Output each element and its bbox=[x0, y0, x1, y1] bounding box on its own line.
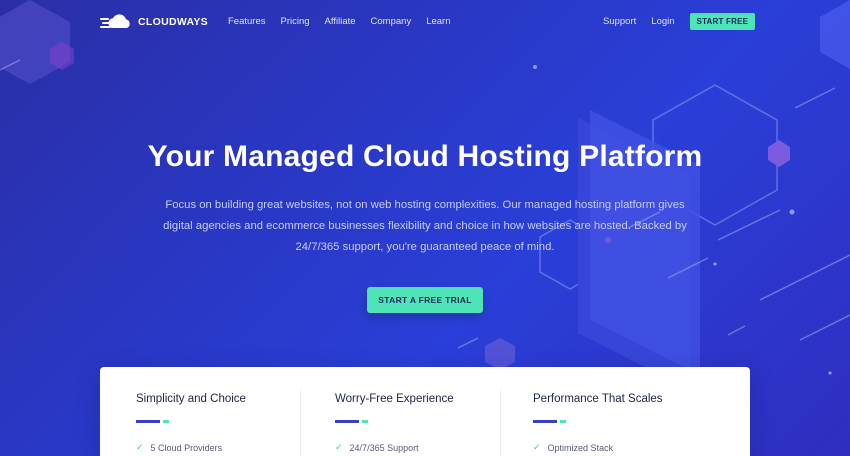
feature-item: ✓ Optimized Stack bbox=[533, 442, 613, 453]
feature-item-label: 5 Cloud Providers bbox=[150, 442, 223, 453]
nav-actions: Support Login START FREE bbox=[603, 13, 756, 30]
feature-accent-bar bbox=[533, 420, 566, 423]
feature-item-label: Optimized Stack bbox=[547, 442, 614, 453]
nav-links: Features Pricing Affiliate Company Learn bbox=[228, 16, 466, 27]
feature-cards: Simplicity and Choice ✓ 5 Cloud Provider… bbox=[100, 367, 750, 456]
hero-subtitle: Focus on building great websites, not on… bbox=[163, 199, 687, 253]
feature-title: Worry-Free Experience bbox=[335, 393, 454, 405]
feature-accent-bar bbox=[335, 420, 368, 423]
feature-card-worry-free: Worry-Free Experience ✓ 24/7/365 Support bbox=[335, 367, 535, 456]
login-link[interactable]: Login bbox=[651, 16, 674, 27]
nav-link-features[interactable]: Features bbox=[228, 16, 266, 27]
top-navigation: CLOUDWAYS Features Pricing Affiliate Com… bbox=[0, 0, 850, 44]
feature-card-simplicity: Simplicity and Choice ✓ 5 Cloud Provider… bbox=[136, 367, 336, 456]
card-divider bbox=[300, 389, 301, 456]
card-divider bbox=[500, 389, 501, 456]
start-free-trial-button[interactable]: START A FREE TRIAL bbox=[367, 287, 483, 313]
cloud-logo-icon bbox=[100, 14, 130, 28]
check-icon: ✓ bbox=[533, 442, 541, 452]
start-free-button[interactable]: START FREE bbox=[689, 13, 756, 30]
feature-card-performance: Performance That Scales ✓ Optimized Stac… bbox=[533, 367, 733, 456]
feature-item-label: 24/7/365 Support bbox=[349, 442, 419, 453]
feature-title: Performance That Scales bbox=[533, 393, 663, 405]
feature-accent-bar bbox=[136, 420, 169, 423]
nav-link-company[interactable]: Company bbox=[371, 16, 412, 27]
feature-title: Simplicity and Choice bbox=[136, 393, 246, 405]
brand-name: CLOUDWAYS bbox=[138, 16, 208, 28]
hero-title: Your Managed Cloud Hosting Platform bbox=[147, 140, 703, 173]
brand-logo[interactable]: CLOUDWAYS bbox=[100, 12, 208, 32]
check-icon: ✓ bbox=[136, 442, 144, 452]
nav-link-pricing[interactable]: Pricing bbox=[281, 16, 310, 27]
check-icon: ✓ bbox=[335, 442, 343, 452]
nav-link-affiliate[interactable]: Affiliate bbox=[325, 16, 356, 27]
feature-item: ✓ 5 Cloud Providers bbox=[136, 442, 222, 453]
feature-item: ✓ 24/7/365 Support bbox=[335, 442, 419, 453]
nav-link-learn[interactable]: Learn bbox=[426, 16, 450, 27]
support-link[interactable]: Support bbox=[603, 16, 636, 27]
